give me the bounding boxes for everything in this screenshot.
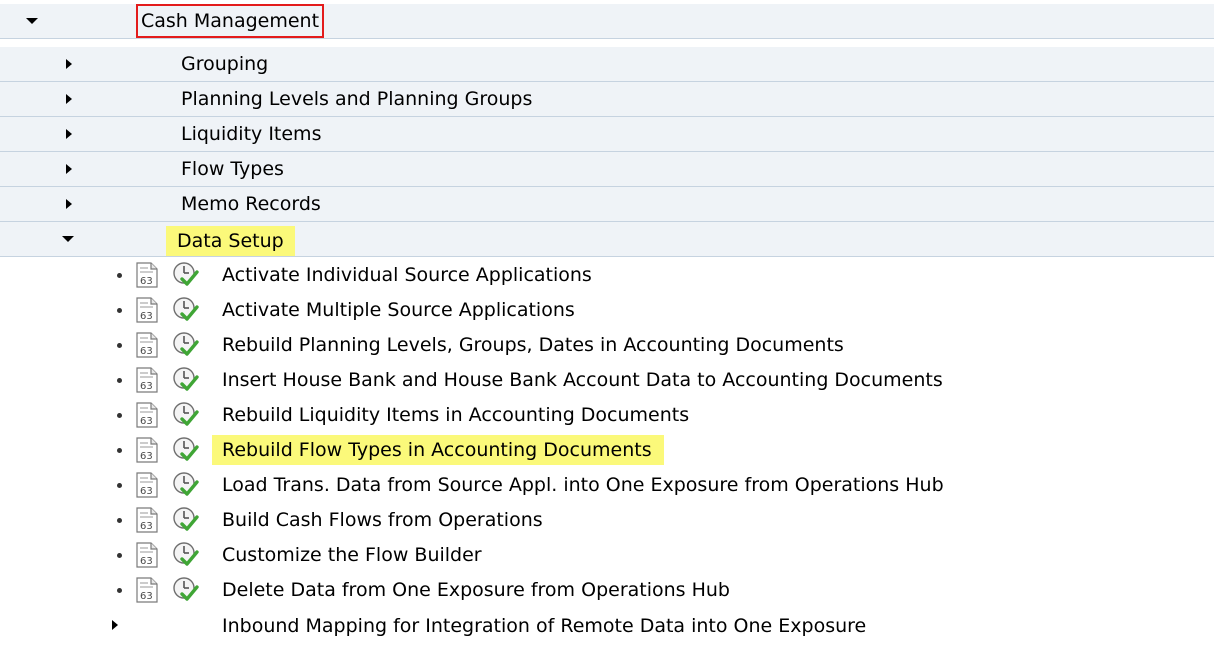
tree-node-memo-records[interactable]: Memo Records	[0, 187, 1214, 222]
bullet-icon	[117, 588, 122, 593]
tree-activity-label[interactable]: Delete Data from One Exposure from Opera…	[218, 575, 734, 605]
tree-node-planning-levels[interactable]: Planning Levels and Planning Groups	[0, 82, 1214, 117]
execute-icon[interactable]	[172, 541, 199, 568]
tree-activity-item[interactable]: 63 Rebuild Flow Types in Accounting Docum…	[0, 433, 1214, 468]
execute-icon[interactable]	[172, 471, 199, 498]
bullet-icon	[117, 448, 122, 453]
execute-icon[interactable]	[172, 436, 199, 463]
tree-node-label[interactable]: Memo Records	[177, 189, 325, 219]
execute-icon[interactable]	[172, 331, 199, 358]
tree-node-label[interactable]: Data Setup	[166, 226, 295, 256]
tree-node-label[interactable]: Grouping	[177, 49, 272, 79]
bullet-icon	[117, 308, 122, 313]
tree-activity-item[interactable]: 63 Activate Individual Source Application…	[0, 258, 1214, 293]
svg-text:63: 63	[140, 521, 153, 532]
tree-node-flow-types[interactable]: Flow Types	[0, 152, 1214, 187]
documentation-icon[interactable]: 63	[136, 297, 158, 323]
tree-activity-item[interactable]: 63 Rebuild Planning Levels, Groups, Dates…	[0, 328, 1214, 363]
documentation-icon[interactable]: 63	[136, 472, 158, 498]
expand-arrow-down-icon[interactable]	[62, 236, 74, 242]
tree-activity-label[interactable]: Rebuild Planning Levels, Groups, Dates i…	[218, 330, 848, 360]
tree-node-cash-management[interactable]: Cash Management	[0, 4, 1214, 39]
execute-icon[interactable]	[172, 506, 199, 533]
tree-activity-item[interactable]: 63 Insert House Bank and House Bank Accou…	[0, 363, 1214, 398]
tree-node-grouping[interactable]: Grouping	[0, 47, 1214, 82]
tree-node-inbound-mapping[interactable]: Inbound Mapping for Integration of Remot…	[0, 608, 1214, 643]
bullet-icon	[117, 483, 122, 488]
tree-activity-label[interactable]: Insert House Bank and House Bank Account…	[218, 365, 947, 395]
svg-text:63: 63	[140, 346, 153, 357]
expand-arrow-right-icon[interactable]	[66, 94, 72, 104]
expand-arrow-right-icon[interactable]	[112, 620, 118, 630]
execute-icon[interactable]	[172, 261, 199, 288]
expand-arrow-right-icon[interactable]	[66, 129, 72, 139]
tree-activity-label[interactable]: Load Trans. Data from Source Appl. into …	[218, 470, 948, 500]
svg-text:63: 63	[140, 311, 153, 322]
expand-arrow-right-icon[interactable]	[66, 199, 72, 209]
documentation-icon[interactable]: 63	[136, 577, 158, 603]
tree-activity-item[interactable]: 63 Load Trans. Data from Source Appl. int…	[0, 468, 1214, 503]
expand-arrow-down-icon[interactable]	[26, 18, 38, 24]
tree-node-label[interactable]: Cash Management	[135, 4, 325, 38]
tree-activity-item[interactable]: 63 Rebuild Liquidity Items in Accounting …	[0, 398, 1214, 433]
tree-node-data-setup[interactable]: Data Setup	[0, 222, 1214, 257]
execute-icon[interactable]	[172, 401, 199, 428]
svg-text:63: 63	[140, 416, 153, 427]
bullet-icon	[117, 413, 122, 418]
bullet-icon	[117, 553, 122, 558]
tree-activity-item[interactable]: 63 Customize the Flow Builder	[0, 538, 1214, 573]
tree-node-label[interactable]: Liquidity Items	[177, 119, 325, 149]
svg-text:63: 63	[140, 556, 153, 567]
documentation-icon[interactable]: 63	[136, 262, 158, 288]
tree-activity-item[interactable]: 63 Activate Multiple Source Applications	[0, 293, 1214, 328]
tree-activity-item[interactable]: 63 Build Cash Flows from Operations	[0, 503, 1214, 538]
execute-icon[interactable]	[172, 576, 199, 603]
documentation-icon[interactable]: 63	[136, 507, 158, 533]
tree-activity-label[interactable]: Activate Multiple Source Applications	[218, 295, 579, 325]
tree-node-label[interactable]: Planning Levels and Planning Groups	[177, 84, 536, 114]
svg-text:63: 63	[140, 381, 153, 392]
execute-icon[interactable]	[172, 296, 199, 323]
tree-activity-label[interactable]: Activate Individual Source Applications	[218, 260, 596, 290]
tree-activity-label[interactable]: Rebuild Liquidity Items in Accounting Do…	[218, 400, 693, 430]
tree-node-label[interactable]: Flow Types	[177, 154, 288, 184]
bullet-icon	[117, 378, 122, 383]
tree-activity-label[interactable]: Rebuild Flow Types in Accounting Documen…	[212, 435, 664, 465]
tree-activity-item[interactable]: 63 Delete Data from One Exposure from Ope…	[0, 573, 1214, 608]
svg-text:63: 63	[140, 276, 153, 287]
bullet-icon	[117, 343, 122, 348]
bullet-icon	[117, 273, 122, 278]
execute-icon[interactable]	[172, 366, 199, 393]
implementation-guide-tree: Cash Management Grouping Planning Levels…	[0, 0, 1214, 651]
expand-arrow-right-icon[interactable]	[66, 59, 72, 69]
documentation-icon[interactable]: 63	[136, 402, 158, 428]
svg-text:63: 63	[140, 451, 153, 462]
tree-activity-label[interactable]: Customize the Flow Builder	[218, 540, 486, 570]
tree-node-label[interactable]: Inbound Mapping for Integration of Remot…	[218, 611, 870, 641]
documentation-icon[interactable]: 63	[136, 437, 158, 463]
bullet-icon	[117, 518, 122, 523]
expand-arrow-right-icon[interactable]	[66, 164, 72, 174]
documentation-icon[interactable]: 63	[136, 367, 158, 393]
svg-text:63: 63	[140, 486, 153, 497]
svg-text:63: 63	[140, 591, 153, 602]
documentation-icon[interactable]: 63	[136, 332, 158, 358]
tree-activity-label[interactable]: Build Cash Flows from Operations	[218, 505, 547, 535]
tree-node-liquidity-items[interactable]: Liquidity Items	[0, 117, 1214, 152]
documentation-icon[interactable]: 63	[136, 542, 158, 568]
